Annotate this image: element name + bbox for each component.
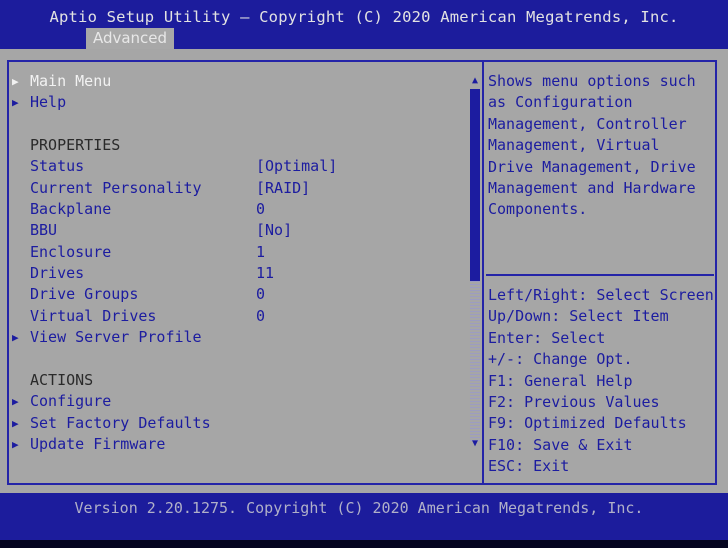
panel-divider <box>482 60 484 485</box>
key-hint: F1: General Help <box>488 371 633 390</box>
scrollbar-thumb[interactable] <box>470 89 480 281</box>
key-hint: Up/Down: Select Item <box>488 307 669 326</box>
property-label: Drive Groups <box>30 285 139 303</box>
app-title: Aptio Setup Utility – Copyright (C) 2020… <box>49 8 679 26</box>
property-value: [No] <box>256 221 293 239</box>
header-bar: Aptio Setup Utility – Copyright (C) 2020… <box>0 0 728 49</box>
menu-item-label: Set Factory Defaults <box>30 414 211 432</box>
main-panel: ▶ Main Menu ▶ Help PROPERTIES Status [Op… <box>0 49 728 493</box>
scroll-up-icon[interactable]: ▲ <box>469 75 481 87</box>
key-hint: F9: Optimized Defaults <box>488 414 687 433</box>
bottom-edge <box>0 540 728 548</box>
submenu-arrow-icon: ▶ <box>12 331 19 344</box>
section-heading: PROPERTIES <box>30 136 121 154</box>
key-hint: Enter: Select <box>488 328 606 347</box>
property-label: BBU <box>30 221 58 239</box>
submenu-arrow-icon: ▶ <box>12 96 19 109</box>
menu-item-label: Main Menu <box>30 72 112 90</box>
menu-item-label: Update Firmware <box>30 435 166 453</box>
submenu-arrow-icon: ▶ <box>12 438 19 451</box>
property-value: 1 <box>256 243 266 261</box>
property-value: 11 <box>256 264 275 282</box>
key-hint: F10: Save & Exit <box>488 435 633 454</box>
property-value: [Optimal] <box>256 157 338 175</box>
scroll-down-icon[interactable]: ▼ <box>469 438 481 450</box>
property-label: Backplane <box>30 200 112 218</box>
key-hint: ESC: Exit <box>488 457 570 476</box>
version-text: Version 2.20.1275. Copyright (C) 2020 Am… <box>74 499 644 517</box>
tab-advanced[interactable]: Advanced <box>86 28 174 49</box>
property-label: Current Personality <box>30 179 202 197</box>
property-value: 0 <box>256 200 266 218</box>
property-label: Status <box>30 157 85 175</box>
section-heading: ACTIONS <box>30 371 94 389</box>
footer-bar: Version 2.20.1275. Copyright (C) 2020 Am… <box>0 493 728 548</box>
property-label: Enclosure <box>30 243 112 261</box>
property-label: Virtual Drives <box>30 307 157 325</box>
submenu-arrow-icon: ▶ <box>12 395 19 408</box>
key-hint: Left/Right: Select Screen <box>488 286 714 304</box>
key-legend: Left/Right: Select Screen Up/Down: Selec… <box>488 285 714 478</box>
property-value: 0 <box>256 307 266 325</box>
help-separator <box>486 274 714 276</box>
help-description: Shows menu options such as Configuration… <box>488 72 696 219</box>
key-hint: F2: Previous Values <box>488 393 660 412</box>
submenu-arrow-icon: ▶ <box>12 75 19 88</box>
property-value: 0 <box>256 285 266 303</box>
menu-item-label: View Server Profile <box>30 328 202 346</box>
property-label: Drives <box>30 264 85 282</box>
menu-item-label: Help <box>30 93 67 111</box>
key-hint: +/-: Change Opt. <box>488 350 633 369</box>
property-value: [RAID] <box>256 179 311 197</box>
submenu-arrow-icon: ▶ <box>12 417 19 430</box>
menu-item-label: Configure <box>30 392 112 410</box>
